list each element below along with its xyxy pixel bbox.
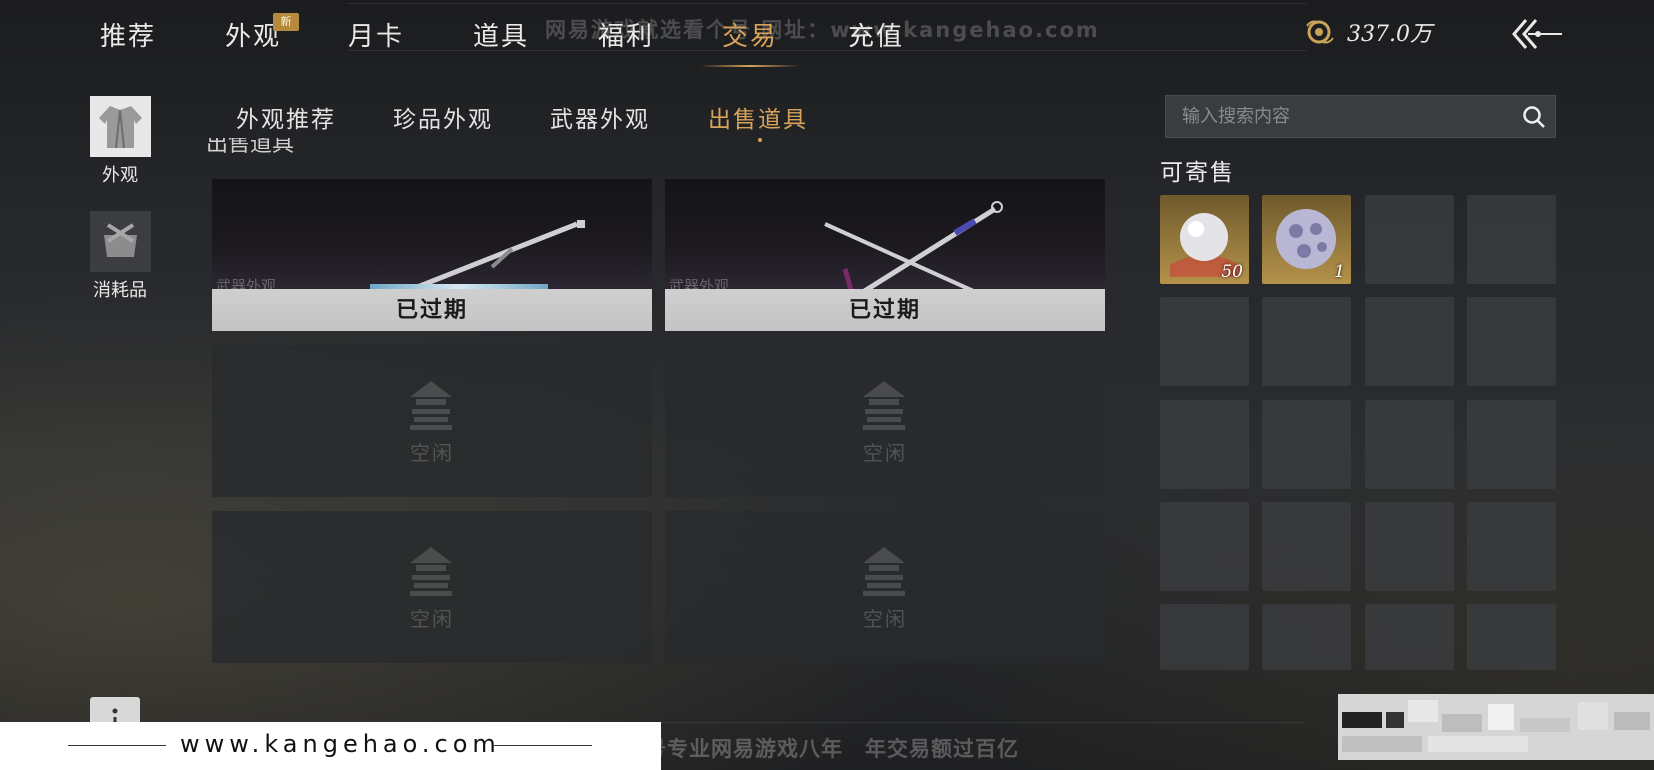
pavilion-icon — [863, 381, 905, 430]
subtab-rare-appearance[interactable]: 珍品外观 — [393, 100, 493, 134]
inventory-slot-empty[interactable] — [1262, 604, 1351, 670]
empty-label: 空闲 — [863, 441, 907, 465]
footer-divider — [494, 745, 592, 746]
package-icon — [89, 211, 151, 272]
tab-recommend[interactable]: 推荐 — [100, 16, 156, 53]
sidebar-item-consumables[interactable]: 消耗品 — [88, 211, 152, 302]
inventory-slot-empty[interactable] — [1467, 195, 1556, 284]
pixelated-logo — [1338, 694, 1654, 760]
inventory-slot-empty[interactable] — [1160, 400, 1249, 489]
listing-slot-expired[interactable]: 武器外观 已过期 — [212, 179, 652, 331]
inventory-slot-empty[interactable] — [1467, 400, 1556, 489]
listing-slot-empty[interactable]: 空闲 — [212, 345, 652, 497]
section-title: 出售道具 — [206, 138, 356, 156]
tab-trade[interactable]: 交易 — [699, 16, 801, 67]
inventory-slot-empty[interactable] — [1467, 297, 1556, 386]
footer-bar: www.kangehao.com — [0, 722, 661, 770]
expired-status: 已过期 — [665, 289, 1105, 331]
tab-monthly-card[interactable]: 月卡 — [348, 16, 404, 53]
inventory-slot-empty[interactable] — [1160, 604, 1249, 670]
inventory-slot-empty[interactable] — [1262, 502, 1351, 591]
subtab-appearance-recommend[interactable]: 外观推荐 — [236, 100, 336, 134]
empty-label: 空闲 — [410, 607, 454, 631]
inventory-slot-empty[interactable] — [1365, 502, 1454, 591]
pavilion-icon — [410, 381, 452, 430]
back-arrow-icon[interactable] — [1508, 14, 1564, 54]
listing-slot-empty[interactable]: 空闲 — [665, 511, 1105, 663]
inventory-slot-empty[interactable] — [1365, 297, 1454, 386]
listing-slot-expired[interactable]: 武器外观 已过期 — [665, 179, 1105, 331]
inventory-slot-empty[interactable] — [1467, 502, 1556, 591]
subtab-weapon-appearance[interactable]: 武器外观 — [550, 100, 650, 134]
robe-icon — [89, 96, 151, 157]
inventory-slot-empty[interactable] — [1262, 400, 1351, 489]
inventory-slot-empty[interactable] — [1262, 297, 1351, 386]
inventory-slot-empty[interactable] — [1365, 400, 1454, 489]
expired-status: 已过期 — [212, 289, 652, 331]
currency-amount: 337.0万 — [1347, 22, 1432, 47]
pavilion-icon — [410, 547, 452, 596]
footer-divider — [68, 745, 166, 746]
tab-recharge[interactable]: 充值 — [848, 16, 904, 53]
inventory-slot-empty[interactable] — [1467, 604, 1556, 670]
search-box[interactable] — [1165, 95, 1556, 138]
footer-slogan: 看个号专业网易游戏八年 年交易额过百亿 — [601, 737, 1019, 761]
dual-swords-icon — [824, 201, 1003, 299]
tab-items[interactable]: 道具 — [473, 16, 529, 53]
search-input[interactable] — [1182, 96, 1512, 137]
section-title-text: 出售道具 — [206, 138, 295, 156]
footer-site: www.kangehao.com — [180, 730, 501, 758]
item-quantity: 50 — [1221, 262, 1243, 282]
inventory-slot-empty[interactable] — [1160, 297, 1249, 386]
search-icon[interactable] — [1521, 104, 1547, 130]
new-badge: 新 — [273, 13, 299, 31]
top-nav: 网易游戏就选看个号 网址：www.kangehao.com 推荐 外观 新 月卡… — [0, 0, 1654, 67]
currency-display: 337.0万 — [1305, 16, 1432, 48]
inventory-slot[interactable]: 1 — [1262, 195, 1351, 284]
tab-welfare[interactable]: 福利 — [598, 16, 654, 53]
empty-label: 空闲 — [863, 607, 907, 631]
inventory-slot-empty[interactable] — [1365, 195, 1454, 284]
sidebar-label-appearance: 外观 — [102, 165, 138, 186]
item-quantity: 1 — [1334, 262, 1345, 282]
sidebar-item-appearance[interactable]: 外观 — [88, 96, 152, 187]
empty-label: 空闲 — [410, 441, 454, 465]
listing-slot-empty[interactable]: 空闲 — [212, 511, 652, 663]
inventory-slot[interactable]: 50 — [1160, 195, 1249, 284]
inventory-slot-empty[interactable] — [1160, 502, 1249, 591]
coin-icon — [1306, 20, 1334, 44]
pavilion-icon — [863, 547, 905, 596]
consignable-title: 可寄售 — [1160, 160, 1235, 186]
listing-slot-empty[interactable]: 空闲 — [665, 345, 1105, 497]
inventory-slot-empty[interactable] — [1365, 604, 1454, 670]
sidebar-label-consumables: 消耗品 — [93, 280, 147, 301]
subtab-sell-items[interactable]: 出售道具 — [708, 100, 808, 142]
